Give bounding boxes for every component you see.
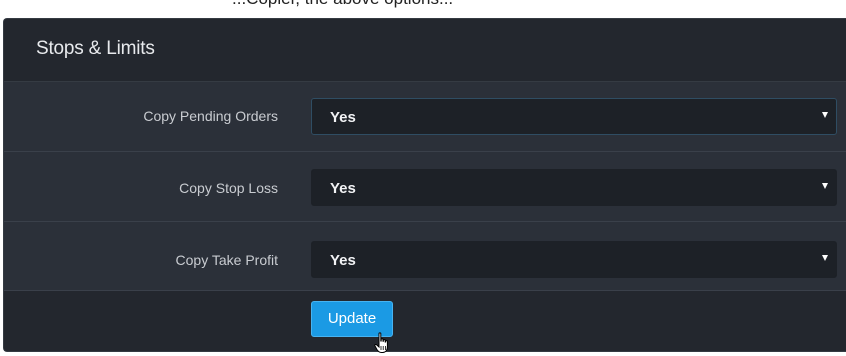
chevron-down-icon [822, 255, 828, 261]
copy-pending-orders-label: Copy Pending Orders [143, 108, 278, 124]
select-value: Yes [330, 109, 356, 126]
panel-title: Stops & Limits [36, 38, 155, 59]
select-value: Yes [330, 180, 356, 197]
panel-footer: Update [4, 291, 846, 351]
chevron-down-icon [822, 112, 828, 118]
copy-take-profit-label: Copy Take Profit [175, 252, 278, 268]
copy-take-profit-select[interactable]: Yes [311, 241, 837, 278]
hand-pointer-icon [374, 332, 388, 353]
form-row-copy-take-profit: Copy Take Profit Yes [4, 222, 846, 291]
form-row-copy-stop-loss: Copy Stop Loss Yes [4, 152, 846, 222]
select-value: Yes [330, 252, 356, 269]
stops-limits-panel: Stops & Limits Copy Pending Orders Yes C… [3, 18, 846, 352]
copy-pending-orders-select[interactable]: Yes [311, 98, 837, 135]
chevron-down-icon [822, 183, 828, 189]
form-row-copy-pending-orders: Copy Pending Orders Yes [4, 82, 846, 152]
panel-header: Stops & Limits [4, 19, 846, 82]
cropped-text: ...Copier, the above options... [232, 0, 453, 9]
top-cropped-strip: ...Copier, the above options... [0, 0, 846, 18]
copy-stop-loss-select[interactable]: Yes [311, 169, 837, 206]
copy-stop-loss-label: Copy Stop Loss [179, 180, 278, 196]
